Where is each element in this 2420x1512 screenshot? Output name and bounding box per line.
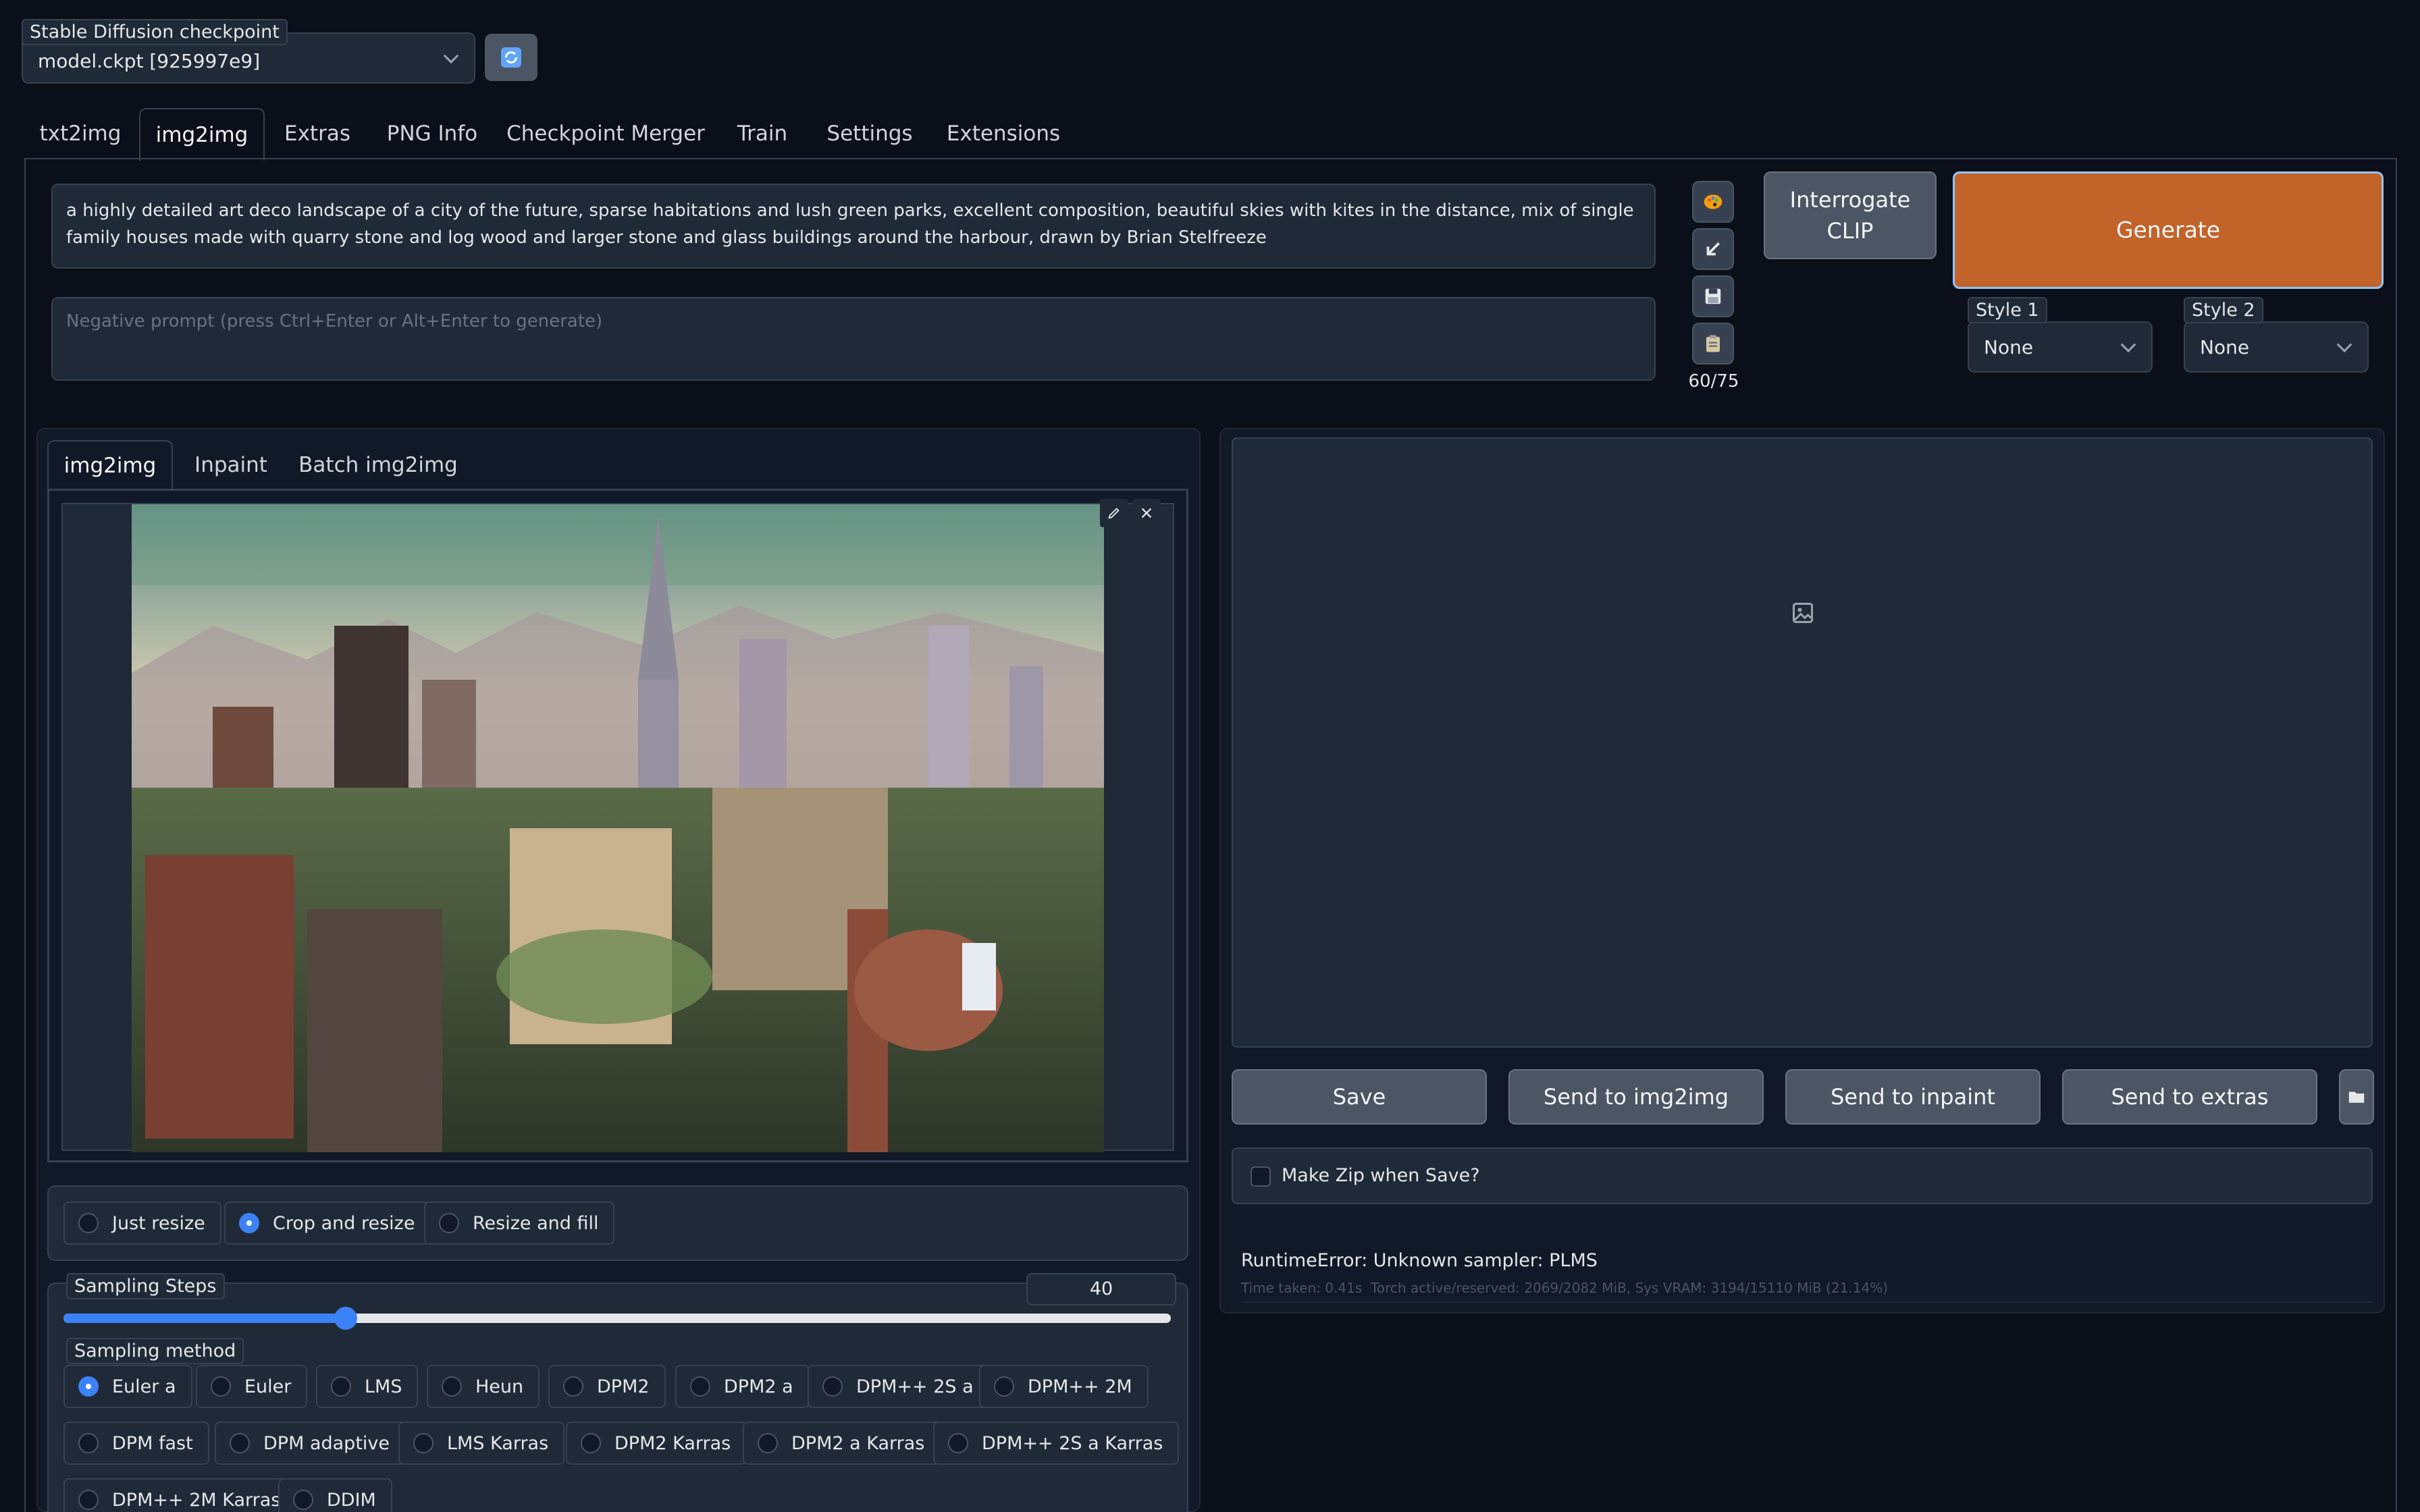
send-to-inpaint-button[interactable]: Send to inpaint <box>1785 1069 2041 1125</box>
palette-icon <box>1704 194 1722 209</box>
apply-style-button[interactable] <box>1692 323 1734 364</box>
style2-label: Style 2 <box>2184 297 2263 323</box>
pencil-icon <box>1108 508 1120 519</box>
sampler-dpmpp-2m[interactable]: DPM++ 2M <box>979 1365 1149 1408</box>
sampler-ddim[interactable]: DDIM <box>278 1478 392 1512</box>
edit-image-button[interactable] <box>1100 499 1128 527</box>
tab-img2img[interactable]: img2img <box>139 108 265 161</box>
image-canvas <box>61 503 1174 1152</box>
extra-networks-button[interactable] <box>1692 181 1734 223</box>
clipboard-icon <box>1706 335 1720 352</box>
tab-extras[interactable]: Extras <box>270 108 365 159</box>
city-landscape-image <box>132 504 1104 1152</box>
chevron-down-icon <box>2120 337 2136 353</box>
sampler-lms-karras[interactable]: LMS Karras <box>398 1422 565 1465</box>
sampler-heun[interactable]: Heun <box>427 1365 540 1408</box>
refresh-icon <box>501 47 521 68</box>
error-message: RuntimeError: Unknown sampler: PLMS <box>1241 1250 1598 1271</box>
sampler-dpmpp-2s-a-karras[interactable]: DPM++ 2S a Karras <box>933 1422 1180 1465</box>
tab-extensions[interactable]: Extensions <box>943 108 1064 159</box>
sampler-euler[interactable]: Euler <box>196 1365 308 1408</box>
tab-txt2img[interactable]: txt2img <box>24 108 136 159</box>
sampler-dpm2-a-karras[interactable]: DPM2 a Karras <box>743 1422 941 1465</box>
radio-just-resize[interactable]: Just resize <box>63 1202 221 1245</box>
make-zip-label: Make Zip when Save? <box>1282 1165 1480 1186</box>
save-icon <box>1705 288 1721 304</box>
stats-divider <box>1241 1301 2373 1303</box>
tab-png-info[interactable]: PNG Info <box>378 108 486 159</box>
make-zip-checkbox[interactable] <box>1251 1166 1271 1187</box>
slider-fill <box>63 1314 346 1323</box>
image-editor[interactable] <box>47 489 1188 1162</box>
sampler-dpm2-karras[interactable]: DPM2 Karras <box>566 1422 747 1465</box>
sampler-dpm2[interactable]: DPM2 <box>548 1365 666 1408</box>
folder-icon <box>2348 1091 2365 1103</box>
generate-button[interactable]: Generate <box>1953 171 2384 289</box>
radio-resize-and-fill[interactable]: Resize and fill <box>424 1202 615 1245</box>
clear-image-button[interactable] <box>1132 499 1161 527</box>
arrow-down-left-icon <box>1706 242 1720 256</box>
send-to-img2img-button[interactable]: Send to img2img <box>1508 1069 1764 1125</box>
output-gallery <box>1232 437 2373 1048</box>
refresh-checkpoint-button[interactable] <box>485 34 537 81</box>
negative-prompt-input[interactable]: Negative prompt (press Ctrl+Enter or Alt… <box>51 297 1656 381</box>
slider-thumb[interactable] <box>334 1307 358 1330</box>
save-button[interactable]: Save <box>1232 1069 1487 1125</box>
sampler-dpm-fast[interactable]: DPM fast <box>63 1422 209 1465</box>
sampling-method-label: Sampling method <box>66 1338 244 1364</box>
checkpoint-value: model.ckpt [925997e9] <box>38 49 261 72</box>
interrogate-clip-button[interactable]: Interrogate CLIP <box>1764 171 1937 259</box>
stats-text: Time taken: 0.41s Torch active/reserved:… <box>1241 1280 1888 1296</box>
chevron-down-icon <box>2336 337 2352 353</box>
sampler-dpmpp-2s-a[interactable]: DPM++ 2S a <box>808 1365 990 1408</box>
tab-train[interactable]: Train <box>727 108 798 159</box>
style1-label: Style 1 <box>1968 297 2047 323</box>
subtab-img2img[interactable]: img2img <box>47 440 173 490</box>
style1-select[interactable]: None <box>1968 321 2153 373</box>
open-folder-button[interactable] <box>2339 1069 2374 1125</box>
sampler-dpmpp-2m-karras[interactable]: DPM++ 2M Karras <box>63 1478 297 1512</box>
tab-settings[interactable]: Settings <box>818 108 921 159</box>
tab-checkpoint-merger[interactable]: Checkpoint Merger <box>506 108 705 159</box>
subtab-inpaint[interactable]: Inpaint <box>184 440 278 490</box>
image-placeholder-icon <box>1793 603 1813 623</box>
sampling-steps-slider[interactable] <box>63 1307 1171 1330</box>
subtab-batch-img2img[interactable]: Batch img2img <box>297 440 459 490</box>
prompt-input[interactable]: a highly detailed art deco landscape of … <box>51 184 1656 269</box>
send-to-extras-button[interactable]: Send to extras <box>2062 1069 2317 1125</box>
sampler-lms[interactable]: LMS <box>316 1365 419 1408</box>
close-icon <box>1141 508 1152 518</box>
radio-crop-and-resize[interactable]: Crop and resize <box>224 1202 431 1245</box>
sampler-euler-a[interactable]: Euler a <box>63 1365 192 1408</box>
token-counter: 60/75 <box>1688 371 1739 392</box>
sampling-steps-label: Sampling Steps <box>66 1273 225 1299</box>
read-params-button[interactable] <box>1692 228 1734 270</box>
checkpoint-label: Stable Diffusion checkpoint <box>22 19 288 45</box>
save-style-button[interactable] <box>1692 275 1734 317</box>
sampler-dpm-adaptive[interactable]: DPM adaptive <box>215 1422 406 1465</box>
sampling-steps-value[interactable]: 40 <box>1026 1273 1176 1305</box>
chevron-down-icon <box>443 48 459 64</box>
style2-select[interactable]: None <box>2184 321 2369 373</box>
sampler-dpm2-a[interactable]: DPM2 a <box>675 1365 810 1408</box>
